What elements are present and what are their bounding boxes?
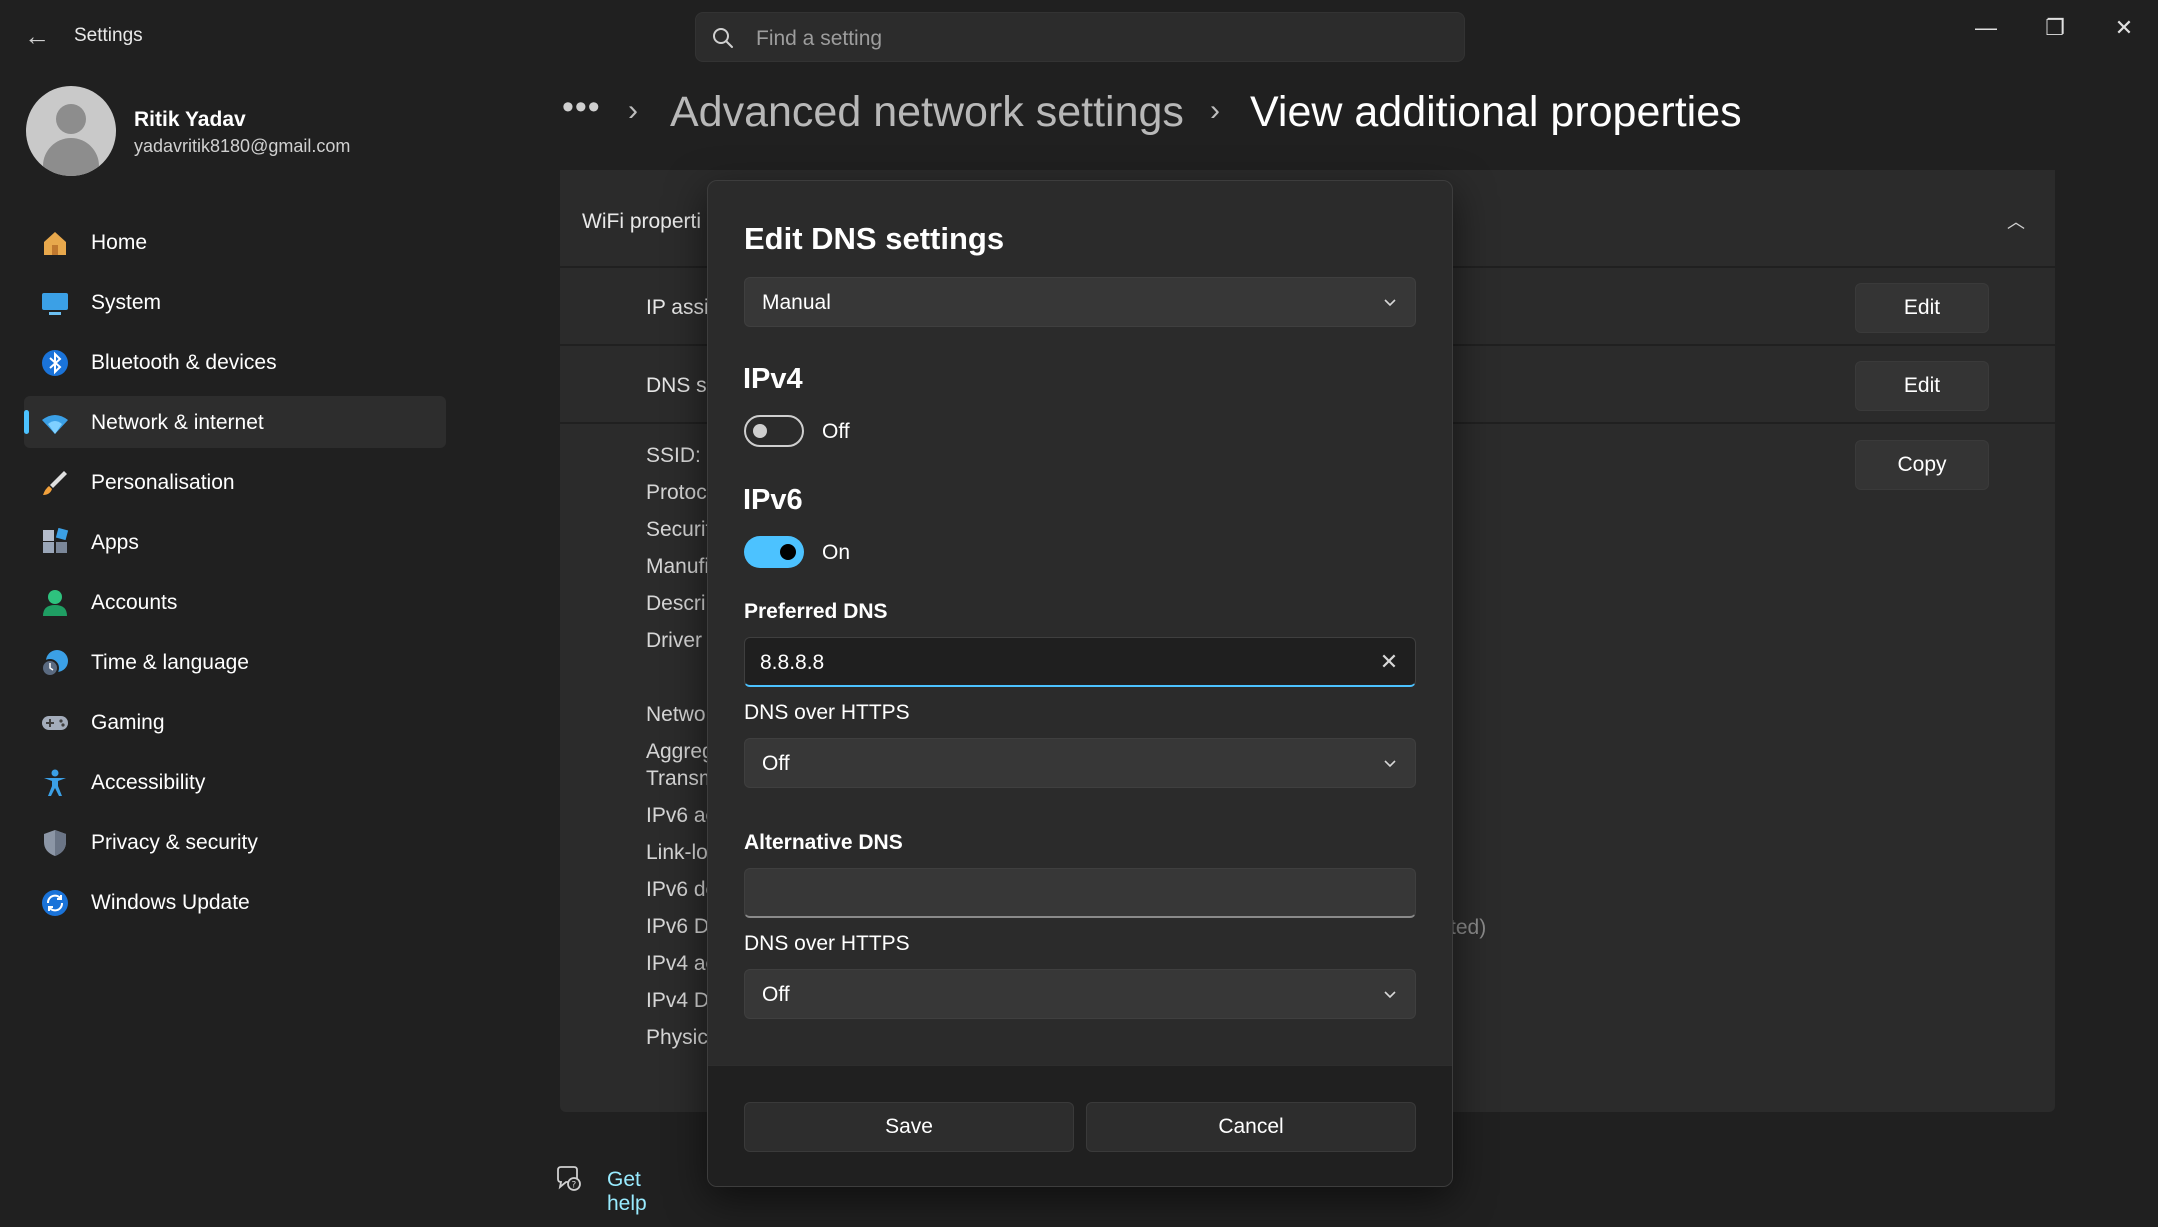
detail-label: IPv6 ac (646, 804, 717, 827)
avatar (26, 86, 116, 176)
home-icon (44, 232, 66, 255)
detail-label: IPv6 D (646, 915, 710, 938)
detail-label: Netwo (646, 703, 706, 726)
update-icon (42, 890, 68, 916)
edit-dns-dialog: Edit DNS settings Manual IPv4 Off IPv6 O… (707, 180, 1453, 1187)
ip-edit-button[interactable]: Edit (1855, 283, 1989, 333)
back-arrow-icon[interactable]: ← (20, 22, 54, 50)
ipv6-toggle-state: On (822, 541, 851, 564)
breadcrumb-more-button[interactable]: ••• (562, 88, 601, 127)
chevron-up-icon[interactable]: ︿ (2007, 208, 2025, 234)
brush-icon (43, 471, 67, 495)
shield-icon (44, 830, 66, 856)
ipv6-toggle[interactable] (744, 536, 804, 568)
preferred-dns-value: 8.8.8.8 (760, 651, 825, 674)
chevron-right-icon: › (628, 94, 638, 127)
preferred-doh-dropdown[interactable]: Off (744, 738, 1416, 788)
bluetooth-icon (42, 350, 68, 376)
alternative-doh-value: Off (762, 983, 790, 1006)
dialog-title: Edit DNS settings (744, 221, 1005, 256)
preferred-dns-input[interactable]: 8.8.8.8 ✕ (744, 637, 1416, 687)
detail-label: IPv4 D (646, 989, 710, 1012)
minimize-icon[interactable]: — (1956, 8, 2016, 48)
clear-icon[interactable]: ✕ (1377, 650, 1401, 674)
ipv4-toggle-state: Off (822, 420, 850, 443)
alternative-doh-dropdown[interactable]: Off (744, 969, 1416, 1019)
gamepad-icon (42, 716, 68, 730)
sidebar-item-windows-update[interactable]: Windows Update (24, 876, 446, 928)
search-placeholder: Find a setting (756, 27, 883, 50)
preferred-doh-label: DNS over HTTPS (744, 701, 910, 724)
detail-label: Driver (646, 629, 702, 652)
wifi-properties-title: WiFi properti (582, 210, 702, 233)
apps-icon (43, 528, 69, 553)
dns-mode-value: Manual (762, 291, 831, 314)
app-title: Settings (74, 25, 143, 46)
dns-mode-dropdown[interactable]: Manual (744, 277, 1416, 327)
search-input[interactable]: Find a setting (695, 12, 1465, 62)
alternative-dns-input[interactable] (744, 868, 1416, 918)
detail-value-fragment: ted) (1450, 916, 1487, 939)
sidebar-item-personalisation[interactable]: Personalisation (24, 456, 446, 508)
detail-label: Protoc (646, 481, 707, 504)
profile-email: yadavritik8180@gmail.com (134, 136, 351, 156)
chevron-down-icon (1384, 299, 1396, 307)
alternative-dns-label: Alternative DNS (744, 831, 903, 854)
detail-label: Manufi (646, 555, 710, 578)
svg-text:?: ? (572, 1181, 577, 1191)
cancel-button[interactable]: Cancel (1086, 1102, 1416, 1152)
sidebar-item-gaming[interactable]: Gaming (24, 696, 446, 748)
chevron-right-icon: › (1210, 94, 1220, 127)
dns-edit-button[interactable]: Edit (1855, 361, 1989, 411)
detail-label: Descri (646, 592, 706, 615)
detail-label: Securit (646, 518, 712, 541)
title-bar: ← Settings Find a setting — ❐ ✕ (0, 0, 2158, 74)
alternative-doh-label: DNS over HTTPS (744, 932, 910, 955)
wifi-icon (42, 415, 68, 434)
maximize-icon[interactable]: ❐ (2025, 8, 2085, 48)
profile-name: Ritik Yadav (134, 108, 246, 131)
breadcrumb-parent-link[interactable]: Advanced network settings (670, 88, 1184, 137)
sidebar-item-network[interactable]: Network & internet (24, 396, 446, 448)
detail-label: IPv4 ac (646, 952, 717, 975)
accessibility-icon (44, 769, 66, 796)
ipv4-heading: IPv4 (743, 363, 803, 395)
sidebar-item-privacy[interactable]: Privacy & security (24, 816, 446, 868)
save-button[interactable]: Save (744, 1102, 1074, 1152)
person-icon (43, 590, 67, 616)
sidebar-item-accounts[interactable]: Accounts (24, 576, 446, 628)
search-icon (713, 28, 733, 48)
sidebar-item-home[interactable]: Home (24, 216, 446, 268)
monitor-icon (42, 293, 68, 315)
close-icon[interactable]: ✕ (2094, 8, 2154, 48)
detail-label: Link-lo (646, 841, 708, 864)
ipv6-heading: IPv6 (743, 484, 803, 516)
sidebar-item-time-language[interactable]: Time & language (24, 636, 446, 688)
dialog-footer: Save Cancel (708, 1065, 1452, 1186)
detail-label: Aggreg (646, 740, 714, 763)
user-profile[interactable]: Ritik Yadav yadavritik8180@gmail.com (26, 86, 446, 178)
chevron-down-icon (1384, 991, 1396, 999)
sidebar-item-accessibility[interactable]: Accessibility (24, 756, 446, 808)
detail-label: Transm (646, 767, 717, 790)
chevron-down-icon (1384, 760, 1396, 768)
page-title: View additional properties (1250, 88, 1742, 136)
globe-clock-icon (41, 650, 68, 677)
ssid-label: SSID: (646, 444, 701, 467)
get-help-link[interactable]: Get help (607, 1168, 647, 1216)
help-chat-icon: ? (557, 1166, 581, 1191)
preferred-dns-label: Preferred DNS (744, 600, 888, 623)
sidebar-item-apps[interactable]: Apps (24, 516, 446, 568)
ipv4-toggle[interactable] (744, 415, 804, 447)
sidebar-item-bluetooth[interactable]: Bluetooth & devices (24, 336, 446, 388)
preferred-doh-value: Off (762, 752, 790, 775)
sidebar-item-system[interactable]: System (24, 276, 446, 328)
copy-button[interactable]: Copy (1855, 440, 1989, 490)
sidebar-nav: Home System Bluetooth & devices Network … (24, 216, 446, 936)
